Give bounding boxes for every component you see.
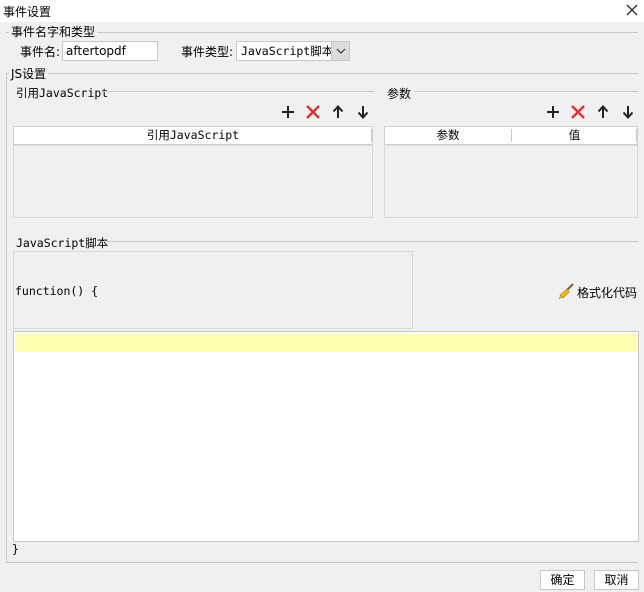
move-down-icon[interactable] bbox=[354, 103, 372, 121]
event-type-value: JavaScript脚本 bbox=[241, 44, 334, 58]
event-type-dropdown-button[interactable] bbox=[331, 42, 349, 60]
event-group-legend: 事件名字和类型 bbox=[9, 25, 98, 39]
cancel-button[interactable]: 取消 bbox=[594, 570, 639, 590]
event-group-border bbox=[6, 32, 638, 33]
current-line-highlight bbox=[15, 334, 637, 352]
function-header-text: function() { bbox=[15, 284, 99, 298]
close-icon[interactable] bbox=[624, 2, 640, 18]
value-column-header[interactable]: 值 bbox=[512, 127, 637, 144]
code-editor[interactable] bbox=[13, 331, 639, 542]
closing-brace-text: } bbox=[12, 542, 19, 556]
js-group-left-border bbox=[6, 73, 7, 563]
column-divider bbox=[636, 129, 637, 142]
broom-icon bbox=[558, 283, 574, 299]
param-column-header[interactable]: 参数 bbox=[385, 127, 511, 144]
param-table-body[interactable] bbox=[384, 145, 638, 218]
param-title-line bbox=[414, 91, 638, 92]
param-title: 参数 bbox=[387, 87, 412, 101]
move-up-icon[interactable] bbox=[329, 103, 347, 121]
event-type-label: 事件类型: bbox=[181, 45, 234, 59]
ref-js-title-line bbox=[102, 91, 374, 92]
function-header-box: function() { bbox=[13, 251, 413, 329]
delete-icon[interactable] bbox=[569, 103, 587, 121]
window-title: 事件设置 bbox=[3, 5, 52, 19]
ref-js-table-body[interactable] bbox=[13, 145, 373, 218]
js-group-legend: JS设置 bbox=[9, 67, 49, 81]
ref-js-title: 引用JavaScript bbox=[16, 86, 109, 100]
param-table-header: 参数 值 bbox=[384, 126, 638, 145]
ref-js-table-header: 引用JavaScript bbox=[13, 126, 373, 145]
js-group-border bbox=[6, 73, 638, 74]
ref-js-column-header[interactable]: 引用JavaScript bbox=[14, 127, 372, 144]
move-down-icon[interactable] bbox=[619, 103, 637, 121]
title-bar bbox=[0, 0, 644, 22]
event-name-label: 事件名: bbox=[20, 45, 61, 59]
add-icon[interactable] bbox=[544, 103, 562, 121]
add-icon[interactable] bbox=[279, 103, 297, 121]
script-title-line bbox=[102, 241, 638, 242]
chevron-down-icon bbox=[336, 48, 346, 54]
format-code-label: 格式化代码 bbox=[577, 286, 638, 300]
column-divider bbox=[371, 129, 372, 142]
event-name-input[interactable]: aftertopdf bbox=[62, 41, 158, 61]
script-title: JavaScript脚本 bbox=[16, 236, 109, 250]
delete-icon[interactable] bbox=[304, 103, 322, 121]
event-type-select[interactable]: JavaScript脚本 bbox=[236, 41, 350, 61]
js-group-bottom-border bbox=[6, 562, 638, 563]
move-up-icon[interactable] bbox=[594, 103, 612, 121]
ok-button[interactable]: 确定 bbox=[540, 570, 585, 590]
